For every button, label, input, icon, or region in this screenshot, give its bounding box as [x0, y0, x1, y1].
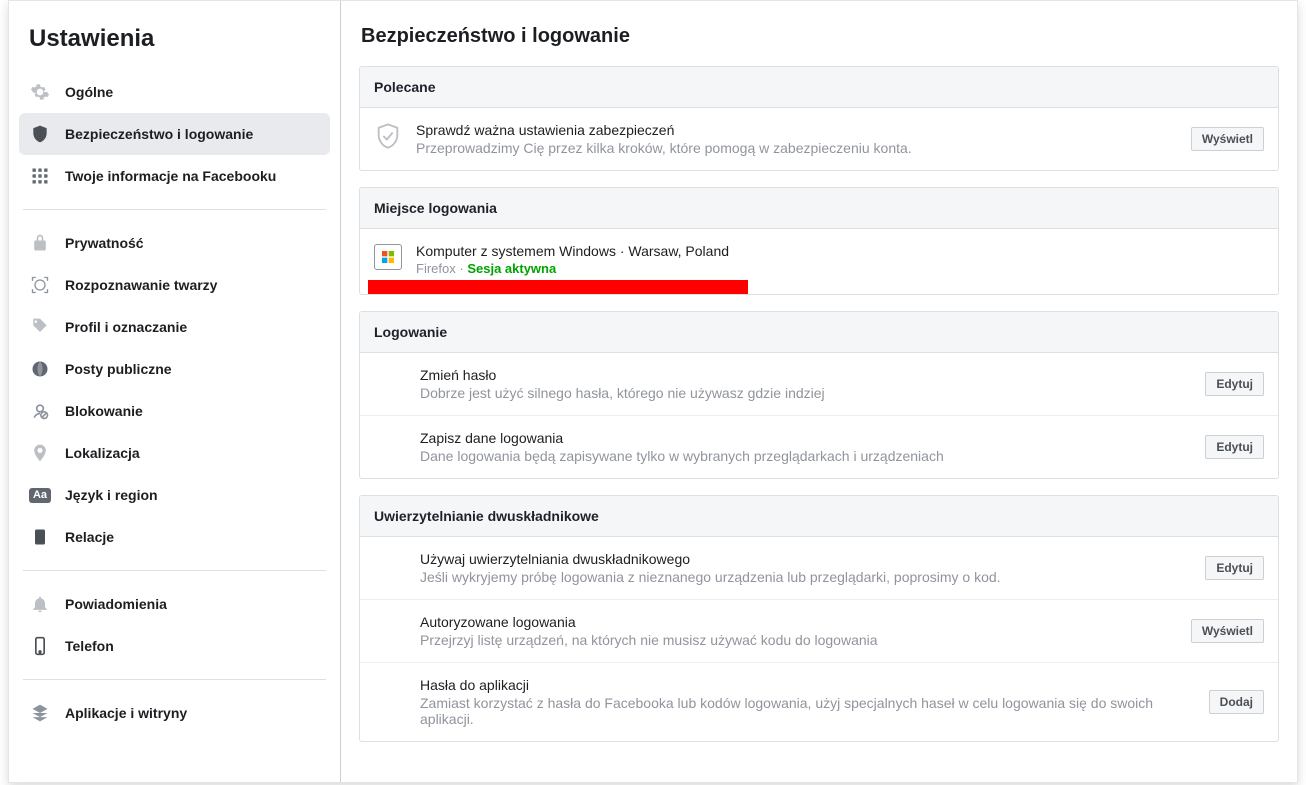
sidebar: Ustawienia Ogólne Bezpieczeństwo i logow…: [9, 1, 341, 782]
sidebar-item-security[interactable]: Bezpieczeństwo i logowanie: [19, 113, 330, 155]
sidebar-item-label: Relacje: [65, 529, 114, 545]
bell-icon: [29, 593, 51, 615]
sidebar-item-label: Język i region: [65, 487, 158, 503]
edit-button[interactable]: Edytuj: [1205, 435, 1264, 459]
sessions-card: Miejsce logowania Komputer z systemem Wi…: [359, 187, 1279, 295]
spacer: [374, 614, 406, 642]
sidebar-item-language[interactable]: Aa Język i region: [19, 474, 330, 516]
pin-icon: [29, 442, 51, 464]
row-desc: Zamiast korzystać z hasła do Facebooka l…: [420, 695, 1195, 727]
spacer: [374, 551, 406, 579]
main-content: Bezpieczeństwo i logowanie Polecane Spra…: [341, 1, 1297, 782]
edit-button[interactable]: Edytuj: [1205, 372, 1264, 396]
apps-icon: [29, 702, 51, 724]
language-icon: Aa: [29, 484, 51, 506]
sidebar-item-label: Lokalizacja: [65, 445, 140, 461]
app-passwords-row[interactable]: Hasła do aplikacji Zamiast korzystać z h…: [360, 663, 1278, 741]
sidebar-item-label: Rozpoznawanie twarzy: [65, 277, 217, 293]
sidebar-title: Ustawienia: [9, 17, 340, 65]
row-desc: Przeprowadzimy Cię przez kilka kroków, k…: [416, 140, 1177, 156]
sidebar-item-label: Bezpieczeństwo i logowanie: [65, 126, 253, 142]
block-icon: [29, 400, 51, 422]
divider: [23, 209, 326, 210]
row-title: Zmień hasło: [420, 367, 1191, 383]
row-desc: Jeśli wykryjemy próbę logowania z niezna…: [420, 569, 1191, 585]
sidebar-item-public[interactable]: Posty publiczne: [19, 348, 330, 390]
divider: [23, 679, 326, 680]
row-desc: Dobrze jest użyć silnego hasła, którego …: [420, 385, 1191, 401]
session-status: Sesja aktywna: [467, 261, 556, 276]
edit-button[interactable]: Edytuj: [1205, 556, 1264, 580]
row-title: Hasła do aplikacji: [420, 677, 1195, 693]
sidebar-item-privacy[interactable]: Prywatność: [19, 222, 330, 264]
shield-icon: [29, 123, 51, 145]
save-login-row[interactable]: Zapisz dane logowania Dane logowania będ…: [360, 416, 1278, 478]
card-header: Polecane: [360, 67, 1278, 108]
row-title: Używaj uwierzytelniania dwuskładnikowego: [420, 551, 1191, 567]
sidebar-item-face[interactable]: Rozpoznawanie twarzy: [19, 264, 330, 306]
globe-icon: [29, 358, 51, 380]
story-icon: [29, 526, 51, 548]
row-title: Zapisz dane logowania: [420, 430, 1191, 446]
gear-icon: [29, 81, 51, 103]
face-icon: [29, 274, 51, 296]
use-twofa-row[interactable]: Używaj uwierzytelniania dwuskładnikowego…: [360, 537, 1278, 600]
lock-icon: [29, 232, 51, 254]
session-row[interactable]: Komputer z systemem Windows · Warsaw, Po…: [360, 229, 1278, 294]
spacer: [374, 430, 406, 458]
grid-icon: [29, 165, 51, 187]
spacer: [374, 677, 406, 705]
change-password-row[interactable]: Zmień hasło Dobrze jest użyć silnego has…: [360, 353, 1278, 416]
tag-icon: [29, 316, 51, 338]
sidebar-item-stories[interactable]: Relacje: [19, 516, 330, 558]
sidebar-item-blocking[interactable]: Blokowanie: [19, 390, 330, 432]
sidebar-item-label: Aplikacje i witryny: [65, 705, 187, 721]
authorized-logins-row[interactable]: Autoryzowane logowania Przejrzyj listę u…: [360, 600, 1278, 663]
card-header: Uwierzytelnianie dwuskładnikowe: [360, 496, 1278, 537]
recommended-card: Polecane Sprawdź ważna ustawienia zabezp…: [359, 66, 1279, 171]
phone-icon: [29, 635, 51, 657]
add-button[interactable]: Dodaj: [1209, 690, 1264, 714]
row-title: Autoryzowane logowania: [420, 614, 1177, 630]
sidebar-item-label: Blokowanie: [65, 403, 143, 419]
spacer: [374, 367, 406, 395]
row-desc: Dane logowania będą zapisywane tylko w w…: [420, 448, 1191, 464]
sidebar-item-label: Ogólne: [65, 84, 113, 100]
divider: [23, 570, 326, 571]
sidebar-item-label: Profil i oznaczanie: [65, 319, 187, 335]
view-button[interactable]: Wyświetl: [1191, 127, 1264, 151]
shield-check-icon: [374, 122, 402, 150]
row-title: Sprawdź ważna ustawienia zabezpieczeń: [416, 122, 1177, 138]
card-header: Logowanie: [360, 312, 1278, 353]
sidebar-item-location[interactable]: Lokalizacja: [19, 432, 330, 474]
row-desc: Przejrzyj listę urządzeń, na których nie…: [420, 632, 1177, 648]
sidebar-item-label: Twoje informacje na Facebooku: [65, 168, 276, 184]
session-browser: Firefox: [416, 261, 456, 276]
sidebar-item-mobile[interactable]: Telefon: [19, 625, 330, 667]
sidebar-item-apps[interactable]: Aplikacje i witryny: [19, 692, 330, 734]
sidebar-item-label: Powiadomienia: [65, 596, 167, 612]
sidebar-item-label: Telefon: [65, 638, 114, 654]
twofa-card: Uwierzytelnianie dwuskładnikowe Używaj u…: [359, 495, 1279, 742]
redacted-bar: [368, 280, 748, 294]
settings-page: Ustawienia Ogólne Bezpieczeństwo i logow…: [8, 0, 1298, 783]
sidebar-item-label: Prywatność: [65, 235, 144, 251]
sidebar-item-label: Posty publiczne: [65, 361, 172, 377]
sidebar-item-tagging[interactable]: Profil i oznaczanie: [19, 306, 330, 348]
sidebar-item-your-info[interactable]: Twoje informacje na Facebooku: [19, 155, 330, 197]
page-title: Bezpieczeństwo i logowanie: [359, 17, 1279, 66]
security-checkup-row[interactable]: Sprawdź ważna ustawienia zabezpieczeń Pr…: [360, 108, 1278, 170]
sidebar-item-general[interactable]: Ogólne: [19, 71, 330, 113]
card-header: Miejsce logowania: [360, 188, 1278, 229]
session-device: Komputer z systemem Windows · Warsaw, Po…: [416, 243, 1264, 259]
login-card: Logowanie Zmień hasło Dobrze jest użyć s…: [359, 311, 1279, 479]
separator: ·: [459, 261, 463, 276]
view-button[interactable]: Wyświetl: [1191, 619, 1264, 643]
sidebar-item-notifications[interactable]: Powiadomienia: [19, 583, 330, 625]
device-icon: [374, 243, 402, 271]
